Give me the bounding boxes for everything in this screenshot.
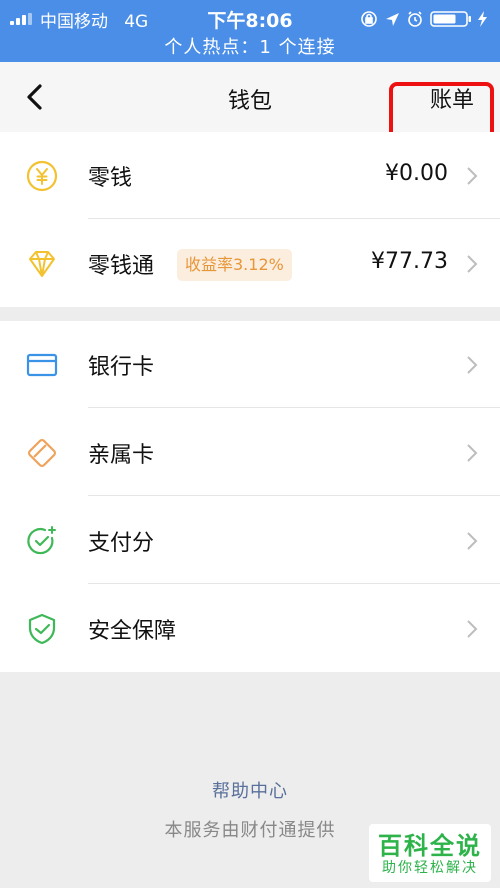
lock-rotation-icon: [361, 11, 377, 27]
chevron-right-icon: [467, 532, 478, 550]
family-card-icon: [28, 439, 56, 467]
status-row: 中国移动 4G 下午8:06: [0, 4, 500, 32]
row-label: 零钱: [88, 166, 133, 191]
yuan-coin-icon: [26, 160, 58, 192]
charging-icon: [478, 11, 487, 27]
status-icons: [361, 11, 487, 27]
services-card: 银行卡 亲属卡 支付分 安全保障: [0, 321, 500, 672]
watermark: 百科全说 助你轻松解决: [369, 824, 491, 882]
row-divider: [88, 218, 500, 219]
row-label: 银行卡: [88, 355, 155, 380]
row-divider: [88, 407, 500, 408]
yield-badge: 收益率3.12%: [177, 249, 292, 281]
row-family-card[interactable]: 亲属卡: [0, 409, 500, 496]
row-label: 零钱通: [88, 254, 155, 279]
row-bank-card[interactable]: 银行卡: [0, 321, 500, 408]
hotspot-banner[interactable]: 个人热点：1 个连接: [0, 33, 500, 59]
alarm-icon: [408, 11, 422, 27]
pay-score-icon: [27, 526, 56, 555]
chevron-right-icon: [467, 620, 478, 638]
status-bar: 中国移动 4G 下午8:06 个人热点：1 个连接: [0, 0, 500, 62]
watermark-title: 百科全说: [378, 832, 482, 860]
bank-card-icon: [26, 353, 58, 377]
chevron-right-icon: [467, 444, 478, 462]
wallet-card: 零钱 ¥0.00 零钱通 收益率3.12% ¥77.73: [0, 132, 500, 307]
row-value: ¥0.00: [385, 161, 448, 186]
row-licaitong[interactable]: 零钱通 收益率3.12% ¥77.73: [0, 220, 500, 307]
help-center-link[interactable]: 帮助中心: [0, 777, 500, 803]
row-label: 安全保障: [88, 619, 177, 644]
chevron-right-icon: [467, 167, 478, 185]
chevron-right-icon: [467, 255, 478, 273]
shield-icon: [28, 613, 56, 645]
row-security[interactable]: 安全保障: [0, 585, 500, 672]
location-icon: [386, 13, 399, 26]
row-pay-score[interactable]: 支付分: [0, 497, 500, 584]
diamond-icon: [29, 251, 55, 277]
row-change[interactable]: 零钱 ¥0.00: [0, 132, 500, 219]
battery-icon: [430, 11, 471, 27]
row-value: ¥77.73: [371, 249, 448, 274]
chevron-right-icon: [467, 356, 478, 374]
row-divider: [88, 495, 500, 496]
row-label: 亲属卡: [88, 443, 155, 468]
row-label: 支付分: [88, 531, 155, 556]
row-divider: [88, 583, 500, 584]
watermark-subtitle: 助你轻松解决: [382, 860, 478, 876]
